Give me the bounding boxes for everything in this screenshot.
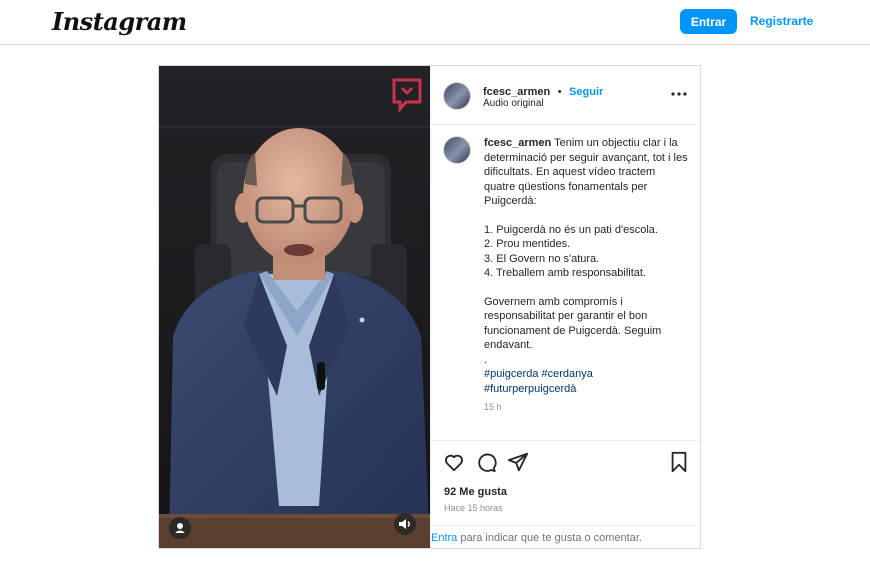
register-link[interactable]: Registrarte	[750, 14, 813, 28]
author-username[interactable]: fcesc_armen	[483, 86, 550, 98]
audio-label[interactable]: Audio original	[483, 98, 544, 109]
author-avatar[interactable]	[443, 82, 471, 110]
separator-dot: •	[557, 86, 562, 98]
comment-prompt: Entra para indicar que te gusta o coment…	[431, 525, 700, 548]
comment-prompt-text: para indicar que te gusta o comentar.	[457, 532, 642, 544]
hashtag-link[interactable]: #puigcerda	[484, 368, 538, 380]
post-video[interactable]	[159, 66, 430, 548]
login-button[interactable]: Entrar	[680, 9, 737, 34]
caption-closing: Governem amb compromís i responsabilitat…	[484, 295, 662, 352]
post-sidebar: fcesc_armen • Seguir Audio original fces…	[430, 66, 700, 548]
post-actions: 92 Me gusta Hace 15 horas Entra para ind…	[431, 440, 700, 548]
instagram-logo[interactable]: Instagram	[52, 7, 187, 36]
likes-count[interactable]: 92 Me gusta	[444, 486, 507, 498]
caption-dot: .	[484, 353, 488, 366]
save-icon[interactable]	[669, 451, 689, 473]
hashtag-link[interactable]: #cerdanya	[542, 368, 593, 380]
channel-logo-icon	[392, 78, 422, 112]
post-header: fcesc_armen • Seguir Audio original	[431, 66, 700, 125]
caption-point: 2. Prou mentides.	[484, 238, 571, 250]
login-link[interactable]: Entra	[431, 532, 457, 544]
post-timestamp[interactable]: Hace 15 horas	[444, 503, 503, 513]
caption-point: 1. Puigcerdà no és un pati d'escola.	[484, 223, 658, 236]
user-tag-button[interactable]	[169, 517, 191, 539]
caption-username[interactable]: fcesc_armen	[484, 137, 551, 149]
post-card: fcesc_armen • Seguir Audio original fces…	[158, 65, 701, 549]
more-options-icon[interactable]	[669, 86, 689, 102]
follow-button[interactable]: Seguir	[569, 86, 603, 98]
volume-icon	[399, 519, 410, 529]
hashtag-link[interactable]: #futurperpuigcerdà	[484, 383, 576, 395]
volume-button[interactable]	[394, 513, 416, 535]
like-icon[interactable]	[443, 451, 465, 473]
video-frame-illustration	[159, 66, 430, 548]
caption-point: 3. El Govern no s'atura.	[484, 252, 600, 265]
top-navigation-bar: Instagram Entrar Registrarte	[0, 0, 870, 45]
caption-point: 4. Treballem amb responsabilitat.	[484, 267, 647, 279]
user-tag-icon	[175, 523, 185, 533]
caption-avatar[interactable]	[443, 136, 471, 164]
caption-time: 15 h	[484, 402, 502, 412]
comment-icon[interactable]	[475, 451, 497, 473]
share-icon[interactable]	[507, 451, 529, 473]
post-caption: fcesc_armen Tenim un objectiu clar i la …	[484, 136, 689, 415]
